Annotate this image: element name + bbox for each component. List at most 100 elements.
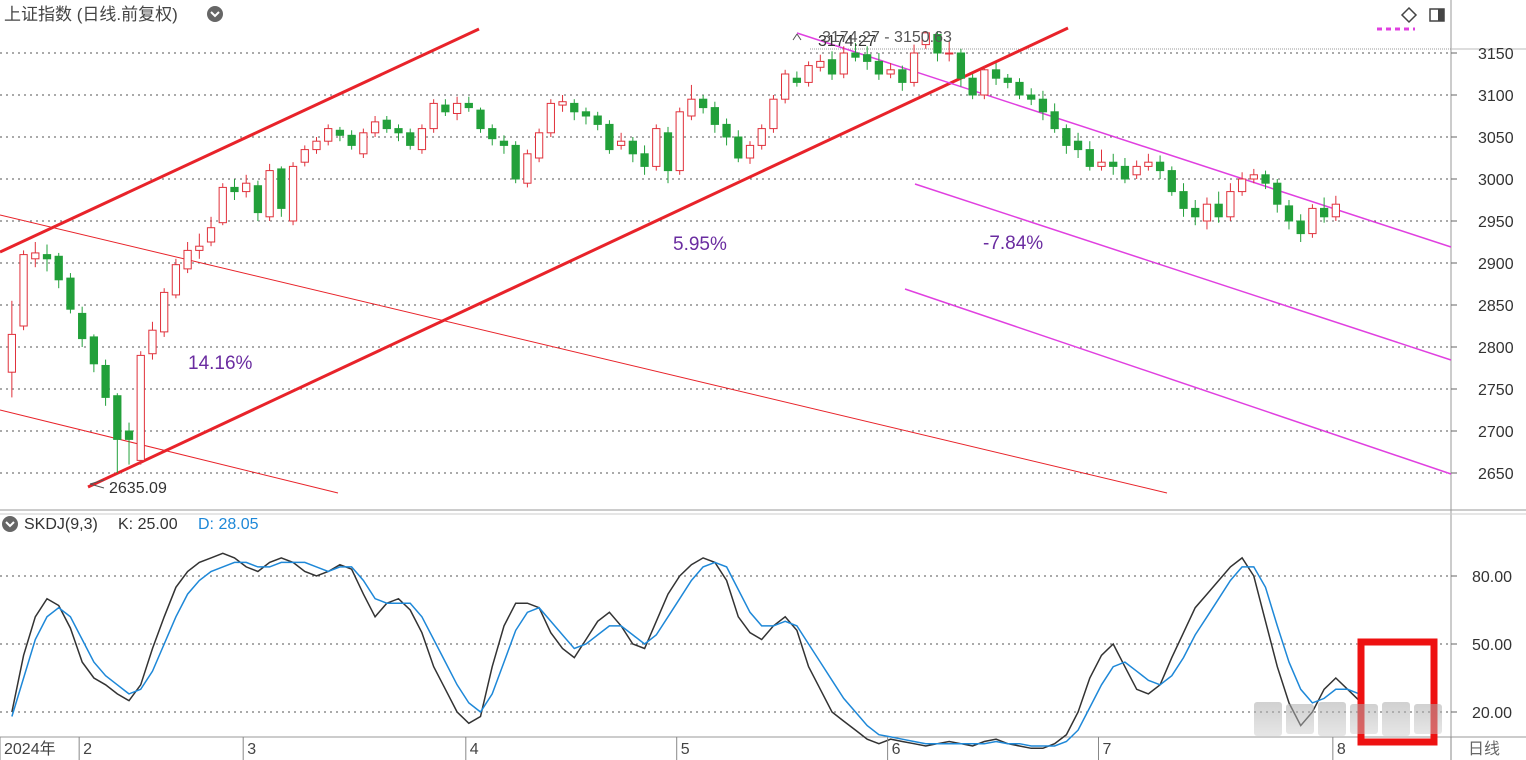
candle	[628, 137, 637, 163]
candle	[1261, 170, 1270, 190]
candle	[488, 124, 497, 146]
candle	[839, 46, 848, 79]
price-tick-label: 2650	[1478, 466, 1514, 483]
candle	[816, 54, 825, 72]
candle	[980, 65, 989, 100]
candle	[476, 107, 485, 133]
candle	[663, 126, 673, 184]
candle	[347, 130, 356, 150]
candle	[570, 99, 579, 121]
x-tick-label: 5	[681, 741, 690, 758]
candle	[968, 74, 977, 100]
candle	[382, 116, 391, 133]
price-tick-label: 2750	[1478, 382, 1514, 399]
uptrend-lower-line	[87, 26, 1069, 489]
watermark-glyph	[1318, 702, 1346, 736]
price-tick-label: 2950	[1478, 214, 1514, 231]
candle	[898, 65, 907, 91]
candle	[1191, 200, 1200, 226]
price-y-axis: 2650 2700 2750 2800 2850 2900 2950 3000 3050 3100…	[1451, 46, 1514, 483]
candle	[89, 334, 99, 373]
candle	[42, 244, 52, 272]
channel-lower-line	[904, 288, 1452, 475]
candle	[1155, 155, 1165, 179]
x-tick-label: 3	[247, 741, 256, 758]
candle	[253, 180, 263, 221]
period-label[interactable]: 日线	[1468, 740, 1500, 758]
chart-title: 上证指数 (日线.前复权)	[4, 5, 178, 24]
candle	[335, 126, 345, 142]
indicator-settings-icon[interactable]	[2, 516, 18, 532]
channel-mid-line	[914, 183, 1452, 361]
pct-label-downtrend: -7.84%	[983, 233, 1043, 254]
skdj-lines	[11, 552, 1360, 750]
candle	[452, 96, 462, 121]
candle	[745, 141, 755, 164]
candle	[406, 128, 415, 150]
watermark-glyph	[1286, 704, 1314, 734]
watermark-glyph	[1350, 704, 1378, 734]
candle	[242, 174, 251, 198]
price-gridlines	[0, 52, 1451, 474]
candle	[1179, 183, 1188, 217]
range-label: 3174.27 - 3150.63	[822, 29, 952, 46]
candle	[1027, 88, 1036, 106]
price-tick-label: 2800	[1478, 340, 1514, 357]
price-tick-label: 2850	[1478, 298, 1514, 315]
candle	[640, 145, 649, 175]
candle	[886, 63, 895, 79]
candle	[1097, 149, 1106, 171]
candle	[511, 141, 520, 184]
candle	[1308, 204, 1317, 238]
candle	[7, 300, 16, 398]
price-tick-label: 2900	[1478, 256, 1514, 273]
candle	[1109, 153, 1118, 175]
candle	[171, 258, 181, 299]
candle	[675, 107, 684, 175]
candle	[54, 252, 63, 289]
candle	[312, 137, 321, 154]
candle	[827, 51, 837, 80]
candle	[148, 321, 157, 360]
candle	[1120, 158, 1130, 184]
candle	[769, 95, 778, 133]
indicator-name: SKDJ(9,3)	[24, 516, 98, 533]
descending-thin-line	[0, 409, 339, 494]
skdj-k-line	[11, 552, 1360, 750]
diamond-icon[interactable]	[1400, 6, 1418, 24]
candle	[874, 53, 884, 80]
candle	[1167, 166, 1176, 196]
candle	[581, 107, 591, 125]
indicator-k-value: K: 25.00	[118, 516, 178, 533]
candle	[206, 216, 216, 247]
channel-upper-line	[796, 32, 1452, 248]
indicator-gridlines	[0, 575, 1451, 713]
candle	[324, 124, 333, 146]
candle	[757, 124, 766, 150]
trendlines	[0, 26, 1452, 494]
price-tick-label: 3050	[1478, 130, 1514, 147]
candle	[19, 250, 28, 331]
indicator-d-value: D: 28.05	[198, 516, 259, 533]
candle	[1331, 195, 1340, 221]
candle	[546, 99, 555, 137]
x-tick-label: 2024年	[4, 740, 56, 758]
candle	[652, 124, 661, 171]
candle	[195, 233, 204, 259]
candle	[1214, 191, 1223, 223]
panel-toggle-icon[interactable]	[1429, 8, 1445, 22]
indicator-y-axis: 20.00 50.00 80.00	[1451, 569, 1512, 722]
candle	[1237, 172, 1247, 196]
candle	[277, 166, 286, 217]
candle	[1296, 214, 1305, 242]
candle	[417, 124, 427, 154]
candle	[160, 288, 169, 337]
candle	[699, 95, 708, 114]
watermark	[1254, 694, 1444, 744]
low-price-label: 2635.09	[109, 480, 167, 497]
candle	[1132, 160, 1141, 179]
chevron-down-circle-icon[interactable]	[207, 6, 223, 22]
candle	[429, 99, 438, 133]
descending-thin-line	[0, 214, 1168, 494]
candle	[499, 135, 509, 154]
